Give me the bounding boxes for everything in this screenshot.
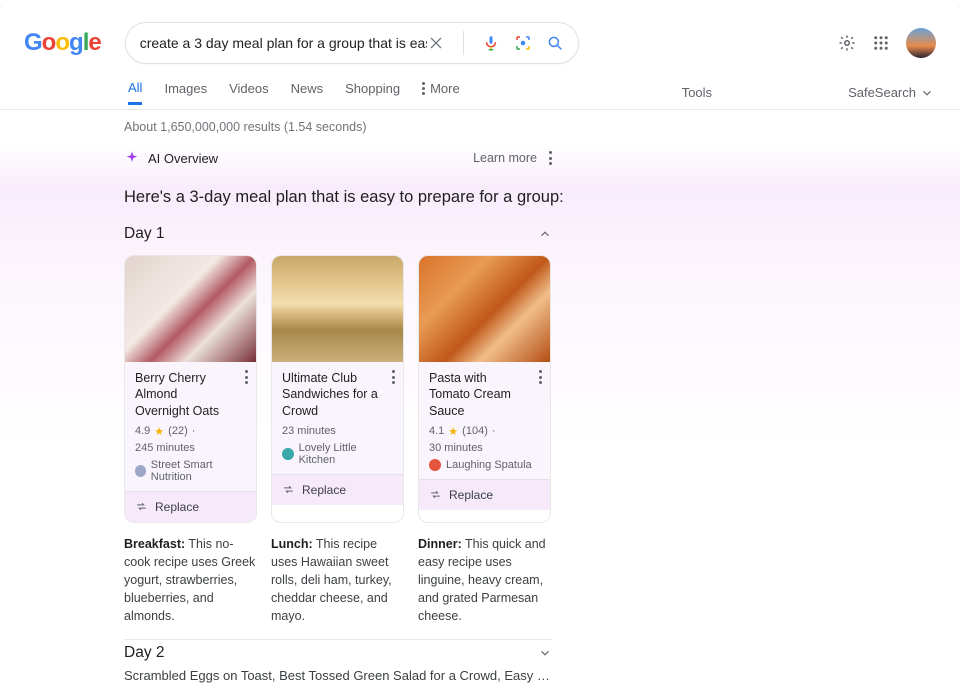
day2-header[interactable]: Day 2 <box>124 640 552 664</box>
replace-button[interactable]: Replace <box>419 479 550 510</box>
search-input[interactable] <box>140 35 427 51</box>
tab-news[interactable]: News <box>291 81 324 105</box>
replace-icon <box>282 483 295 496</box>
ai-intro-text: Here's a 3-day meal plan that is easy to… <box>124 188 960 207</box>
settings-icon[interactable] <box>838 34 856 52</box>
day1-header[interactable]: Day 1 <box>124 221 552 255</box>
rating-count: (104) <box>462 425 488 437</box>
recipe-image <box>419 256 550 362</box>
safesearch-dropdown[interactable]: SafeSearch <box>848 85 934 100</box>
replace-label: Replace <box>302 483 346 497</box>
recipe-title: Ultimate Club Sandwiches for a Crowd <box>282 370 393 419</box>
apps-icon[interactable] <box>872 34 890 52</box>
card-menu-icon[interactable] <box>245 370 248 384</box>
ai-overview-label: AI Overview <box>148 151 218 166</box>
day2-preview: Scrambled Eggs on Toast, Best Tossed Gre… <box>124 668 552 697</box>
recipe-card[interactable]: Ultimate Club Sandwiches for a Crowd 23 … <box>271 255 404 523</box>
star-icon: ★ <box>154 425 164 438</box>
meal-description: Breakfast: This no-cook recipe uses Gree… <box>124 535 257 626</box>
source-favicon <box>282 448 294 460</box>
source-favicon <box>135 465 146 477</box>
tab-more[interactable]: More <box>422 81 460 105</box>
recipe-title: Berry Cherry Almond Overnight Oats <box>135 370 246 419</box>
search-icon[interactable] <box>546 34 564 52</box>
lens-icon[interactable] <box>514 34 532 52</box>
cook-time: 30 minutes <box>429 442 483 454</box>
rating-count: (22) <box>168 425 188 437</box>
voice-search-icon[interactable] <box>482 34 500 52</box>
result-stats: About 1,650,000,000 results (1.54 second… <box>0 110 960 144</box>
rating-value: 4.9 <box>135 425 150 437</box>
clear-icon[interactable] <box>427 34 445 52</box>
recipe-card[interactable]: Berry Cherry Almond Overnight Oats 4.9 ★… <box>124 255 257 523</box>
search-bar[interactable] <box>125 22 579 64</box>
day1-title: Day 1 <box>124 225 165 243</box>
tab-videos[interactable]: Videos <box>229 81 269 105</box>
safesearch-label: SafeSearch <box>848 85 916 100</box>
replace-label: Replace <box>155 500 199 514</box>
learn-more-link[interactable]: Learn more <box>473 151 537 165</box>
recipe-image <box>125 256 256 362</box>
chevron-down-icon <box>538 646 552 660</box>
tab-images[interactable]: Images <box>164 81 207 105</box>
recipe-card[interactable]: Pasta with Tomato Cream Sauce 4.1 ★ (104… <box>418 255 551 523</box>
meal-description: Dinner: This quick and easy recipe uses … <box>418 535 551 626</box>
tools-button[interactable]: Tools <box>682 85 712 100</box>
star-icon: ★ <box>448 425 458 438</box>
replace-button[interactable]: Replace <box>125 491 256 522</box>
recipe-title: Pasta with Tomato Cream Sauce <box>429 370 540 419</box>
tab-all[interactable]: All <box>128 80 142 105</box>
source-name: Street Smart Nutrition <box>151 459 246 483</box>
chevron-up-icon <box>538 227 552 241</box>
day2-title: Day 2 <box>124 644 165 662</box>
source-name: Laughing Spatula <box>446 459 532 471</box>
replace-icon <box>135 500 148 513</box>
replace-label: Replace <box>449 488 493 502</box>
replace-icon <box>429 488 442 501</box>
tab-more-label: More <box>430 81 460 96</box>
meal-description: Lunch: This recipe uses Hawaiian sweet r… <box>271 535 404 626</box>
source-name: Lovely Little Kitchen <box>299 442 393 466</box>
source-favicon <box>429 459 441 471</box>
google-logo[interactable]: Google <box>24 29 101 57</box>
ai-sparkle-icon <box>124 150 140 166</box>
tab-shopping[interactable]: Shopping <box>345 81 400 105</box>
card-menu-icon[interactable] <box>392 370 395 384</box>
rating-value: 4.1 <box>429 425 444 437</box>
replace-button[interactable]: Replace <box>272 474 403 505</box>
card-menu-icon[interactable] <box>539 370 542 384</box>
account-avatar[interactable] <box>906 28 936 58</box>
recipe-image <box>272 256 403 362</box>
ai-menu-icon[interactable] <box>549 151 552 165</box>
cook-time: 245 minutes <box>135 442 195 454</box>
cook-time: 23 minutes <box>282 425 336 437</box>
